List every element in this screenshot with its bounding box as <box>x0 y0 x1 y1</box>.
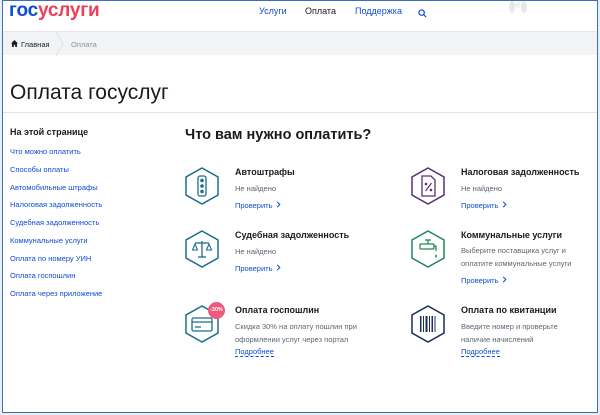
onpage-link-methods[interactable]: Способы оплаты <box>10 165 69 174</box>
check-link[interactable]: Проверить <box>461 201 507 210</box>
section-title: Что вам нужно оплатить? <box>185 127 372 143</box>
breadcrumb-current: Оплата <box>71 40 97 49</box>
chevron-right-icon <box>502 276 507 285</box>
card-tax[interactable]: Налоговая задолженность Не найдено Прове… <box>411 167 597 227</box>
onpage-link-tax[interactable]: Налоговая задолженность <box>10 200 102 209</box>
card-receipt[interactable]: Оплата по квитанции Введите номер и пров… <box>411 305 597 365</box>
nav-uslugi[interactable]: Услуги <box>259 6 287 16</box>
traffic-light-icon <box>185 167 219 205</box>
more-link[interactable]: Подробнее <box>235 347 274 357</box>
check-link[interactable]: Проверить <box>235 264 281 273</box>
browser-frame: госуслуги Услуги Оплата Поддержка Главна… <box>2 0 598 413</box>
onpage-link-car-fines[interactable]: Автомобильные штрафы <box>10 183 98 192</box>
divider <box>3 112 597 113</box>
check-link-label: Проверить <box>235 264 273 273</box>
chevron-right-icon <box>276 201 281 210</box>
card-title: Оплата госпошлин <box>235 305 320 315</box>
breadcrumb: Главная Оплата <box>3 31 597 58</box>
onpage-link-utilities[interactable]: Коммунальные услуги <box>10 236 88 245</box>
card-duties[interactable]: -30% Оплата госпошлин Скидка 30% на опла… <box>185 302 385 365</box>
search-icon[interactable] <box>418 5 427 23</box>
profile-icon[interactable] <box>508 1 528 19</box>
nav-oplata[interactable]: Оплата <box>305 6 336 16</box>
onpage-link-app[interactable]: Оплата через приложение <box>10 289 102 298</box>
page-title: Оплата госуслуг <box>10 81 169 104</box>
chevron-right-icon <box>55 31 65 58</box>
check-link-label: Проверить <box>461 276 499 285</box>
tax-document-icon <box>411 167 445 205</box>
chevron-right-icon <box>276 264 281 273</box>
card-title: Автоштрафы <box>235 167 295 177</box>
onpage-link-what-to-pay[interactable]: Что можно оплатить <box>10 147 81 156</box>
card-desc-line1: Выберите поставщика услуг и <box>461 246 566 255</box>
water-tap-icon <box>411 230 445 268</box>
card-desc-line2: наличие начислений <box>461 335 534 344</box>
card-title: Налоговая задолженность <box>461 167 580 177</box>
card-desc-line1: Введите номер и проверьте <box>461 322 558 331</box>
card-status: Не найдено <box>235 247 277 256</box>
discount-badge: -30% <box>208 302 225 319</box>
card-title: Коммунальные услуги <box>461 230 563 240</box>
card-court[interactable]: Судебная задолженность Не найдено Провер… <box>185 230 385 290</box>
card-fines[interactable]: Автоштрафы Не найдено Проверить <box>185 167 385 227</box>
site-header: госуслуги Услуги Оплата Поддержка <box>3 1 597 27</box>
onpage-link-duties[interactable]: Оплата госпошлин <box>10 271 75 280</box>
barcode-icon <box>411 305 445 343</box>
gosuslugi-logo[interactable]: госуслуги <box>9 0 100 22</box>
card-title: Судебная задолженность <box>235 230 350 240</box>
card-status: Не найдено <box>235 184 277 193</box>
home-icon[interactable] <box>11 40 18 49</box>
card-utilities[interactable]: Коммунальные услуги Выберите поставщика … <box>411 230 597 290</box>
onpage-title: На этой странице <box>10 127 89 137</box>
check-link[interactable]: Проверить <box>461 276 507 285</box>
check-link[interactable]: Проверить <box>235 201 281 210</box>
chevron-right-icon <box>502 201 507 210</box>
card-desc-line2: оплатите коммунальные услуги <box>461 259 572 268</box>
card-status: Не найдено <box>461 184 503 193</box>
check-link-label: Проверить <box>461 201 499 210</box>
onpage-link-court[interactable]: Судебная задолженность <box>10 218 99 227</box>
card-desc-line2: оформлении услуг через портал <box>235 335 349 344</box>
scales-icon <box>185 230 219 268</box>
check-link-label: Проверить <box>235 201 273 210</box>
breadcrumb-home[interactable]: Главная <box>21 40 50 49</box>
nav-podderzhka[interactable]: Поддержка <box>355 6 402 16</box>
logo-part2: услуги <box>38 0 100 21</box>
card-title: Оплата по квитанции <box>461 305 557 315</box>
more-link[interactable]: Подробнее <box>461 347 500 357</box>
card-desc-line1: Скидка 30% на оплату пошлин при <box>235 322 357 331</box>
logo-part1: гос <box>9 0 38 21</box>
onpage-link-uin[interactable]: Оплата по номеру УИН <box>10 254 91 263</box>
